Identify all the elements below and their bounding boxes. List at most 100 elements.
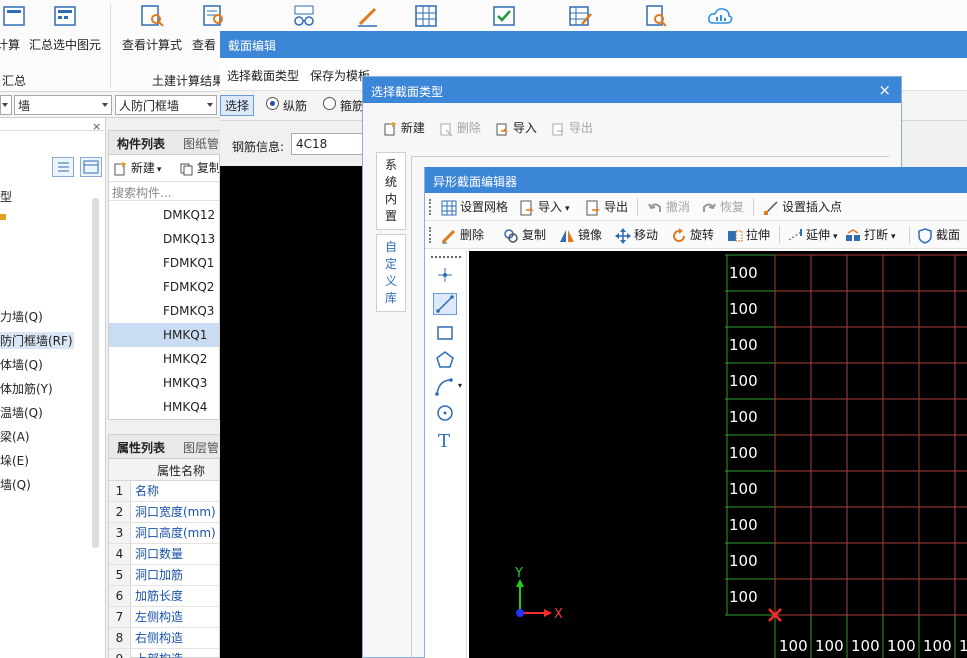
- section-button[interactable]: 截面: [917, 226, 960, 244]
- list-item[interactable]: DMKQ13: [109, 227, 219, 251]
- list-item-selected[interactable]: HMKQ1: [109, 323, 219, 347]
- polygon-tool[interactable]: [433, 349, 457, 371]
- arc-tool[interactable]: ▾: [433, 376, 462, 398]
- copy-component-button[interactable]: 复制: [179, 159, 219, 179]
- import-button[interactable]: 导入 ▾: [519, 198, 570, 216]
- menu-select-section-type[interactable]: 选择截面类型: [227, 67, 299, 84]
- text-tool[interactable]: T: [433, 429, 457, 452]
- extend-button[interactable]: 延伸 ▾: [787, 226, 838, 244]
- tree-item[interactable]: 体墙(Q): [0, 356, 43, 373]
- extend-icon: [788, 228, 802, 240]
- new-doc-icon: [384, 121, 396, 135]
- col-dimension-label: 100: [851, 637, 880, 655]
- list-view-button[interactable]: [52, 157, 74, 177]
- component-search-input[interactable]: 搜索构件...: [109, 181, 219, 201]
- export-button[interactable]: 导出: [585, 198, 628, 216]
- chevron-down-icon[interactable]: ▾: [458, 381, 462, 390]
- property-row-name[interactable]: 上部构造: [131, 649, 219, 658]
- calc-button[interactable]: 计算: [0, 0, 25, 56]
- tree-item-selected[interactable]: 防门框墙(RF): [0, 332, 74, 349]
- summary-selected-button[interactable]: 汇总选中图元: [26, 0, 104, 56]
- property-header: 属性名称: [109, 459, 219, 481]
- section-canvas[interactable]: [220, 166, 362, 658]
- tab-drawing-manage[interactable]: 图纸管: [183, 135, 219, 152]
- export-button[interactable]: 导出: [551, 119, 593, 136]
- rotate-button[interactable]: 旋转: [671, 226, 714, 244]
- row-dimension-label: 100: [729, 372, 758, 390]
- grid-svg[interactable]: 100 100 100 100 100 100 100 100 100 100 100 100 100 1…: [469, 251, 967, 658]
- rebar-info-input[interactable]: 4C18: [291, 133, 371, 155]
- tree-item[interactable]: 体加筋(Y): [0, 380, 53, 397]
- tree-item[interactable]: 垛(E): [0, 452, 29, 469]
- list-item[interactable]: HMKQ2: [109, 347, 219, 371]
- view-formula-button[interactable]: 查看计算式: [118, 0, 186, 56]
- menu-save-template[interactable]: 保存为模板: [310, 67, 370, 84]
- list-item[interactable]: HMKQ3: [109, 371, 219, 395]
- tree-item[interactable]: 型: [0, 188, 12, 205]
- circle-tool[interactable]: [433, 402, 457, 424]
- insert-point-icon: [764, 200, 778, 215]
- list-item[interactable]: HMKQ4: [109, 395, 219, 419]
- detail-view-button[interactable]: [80, 157, 102, 177]
- copy-button[interactable]: 复制: [503, 226, 546, 244]
- delete-button[interactable]: 删除: [441, 226, 484, 244]
- move-button[interactable]: 移动: [615, 226, 658, 244]
- line-tool[interactable]: [433, 293, 457, 315]
- row-dimension-label: 100: [729, 480, 758, 498]
- property-row-name[interactable]: 洞口宽度(mm): [131, 502, 219, 523]
- tab-property-list[interactable]: 属性列表: [117, 439, 165, 456]
- select-button[interactable]: 选择: [220, 95, 255, 116]
- shape-grid-canvas[interactable]: 100 100 100 100 100 100 100 100 100 100 100 100 100 1…: [469, 251, 967, 658]
- shield-icon: [918, 227, 932, 244]
- break-button[interactable]: 打断 ▾: [845, 226, 896, 244]
- radio-long-rebar[interactable]: [266, 97, 279, 110]
- rectangle-tool[interactable]: [433, 322, 457, 344]
- detail-view-icon: [83, 160, 99, 174]
- property-row-name[interactable]: 洞口数量: [131, 544, 219, 565]
- scrollbar[interactable]: [92, 198, 99, 548]
- set-insert-point-button[interactable]: 设置插入点: [763, 198, 842, 216]
- delete-button[interactable]: 删除: [439, 119, 481, 136]
- list-item[interactable]: DMKQ12: [109, 203, 219, 227]
- property-row-name[interactable]: 名称: [131, 481, 219, 502]
- tree-item[interactable]: 墙(Q): [0, 476, 31, 493]
- floor-combo[interactable]: [0, 95, 12, 115]
- point-tool[interactable]: [433, 264, 457, 286]
- list-item[interactable]: FDMKQ1: [109, 251, 219, 275]
- redo-button[interactable]: 恢复: [701, 198, 744, 216]
- tab-system-builtin[interactable]: 系统内置: [376, 152, 406, 230]
- tab-layer-manage[interactable]: 图层管: [183, 439, 219, 456]
- type-combo[interactable]: 人防门框墙: [115, 95, 217, 115]
- list-item[interactable]: FDMKQ2: [109, 275, 219, 299]
- property-row-name[interactable]: 加筋长度: [131, 586, 219, 607]
- set-grid-button[interactable]: 设置网格: [441, 198, 508, 216]
- view-report-button[interactable]: 查看: [190, 0, 224, 56]
- property-row-name[interactable]: 右侧构造: [131, 628, 219, 649]
- tab-component-list[interactable]: 构件列表: [117, 135, 165, 152]
- tree-item[interactable]: 力墙(Q): [0, 308, 43, 325]
- new-button[interactable]: 新建: [383, 119, 425, 136]
- group-civil-label: 土建计算结果: [152, 74, 225, 88]
- mirror-button[interactable]: 镜像: [559, 226, 602, 244]
- radio-stirrup[interactable]: [323, 97, 336, 110]
- close-icon[interactable]: ×: [878, 81, 891, 99]
- compare-glasses-icon: [294, 5, 314, 26]
- list-view-icon: [58, 162, 69, 172]
- tree-item[interactable]: 温墙(Q): [0, 404, 43, 421]
- list-item[interactable]: FDMKQ3: [109, 299, 219, 323]
- move-icon: [615, 227, 631, 244]
- new-component-button[interactable]: 新建 ▾: [113, 159, 161, 179]
- property-row-name[interactable]: 洞口高度(mm): [131, 523, 219, 544]
- undo-button[interactable]: 撤消: [647, 198, 690, 216]
- close-icon[interactable]: ×: [92, 120, 101, 133]
- tree-item[interactable]: 梁(A): [0, 428, 30, 445]
- axis-y-label: Y: [514, 566, 523, 581]
- category-combo[interactable]: 墙: [14, 95, 112, 115]
- property-row-name[interactable]: 左侧构造: [131, 607, 219, 628]
- property-row-name[interactable]: 洞口加筋: [131, 565, 219, 586]
- stretch-button[interactable]: 拉伸: [727, 226, 770, 244]
- tab-custom-library[interactable]: 自定义库: [376, 234, 406, 312]
- point-icon: [438, 268, 452, 282]
- summary-selected-icon: [54, 6, 76, 26]
- import-button[interactable]: 导入: [495, 119, 537, 136]
